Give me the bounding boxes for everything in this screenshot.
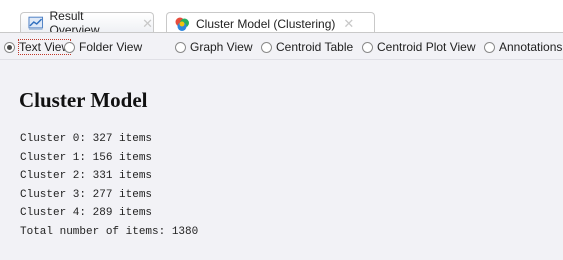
radio-icon[interactable] [175, 41, 186, 53]
radio-folder-view[interactable]: Folder View [64, 39, 142, 55]
radio-icon[interactable] [362, 41, 373, 53]
radio-label: Graph View [190, 40, 253, 54]
radio-label: Centroid Table [276, 40, 354, 54]
radio-label: Text View [17, 39, 72, 55]
radio-centroid-plot-view[interactable]: Centroid Plot View [362, 39, 476, 55]
radio-icon[interactable] [64, 41, 75, 53]
cluster-line: Cluster 3: 277 items [20, 188, 153, 201]
cluster-line: Cluster 1: 156 items [20, 151, 153, 164]
radio-graph-view[interactable]: Graph View [175, 39, 252, 55]
result-overview-icon [28, 16, 44, 30]
radio-label: Centroid Plot View [377, 40, 476, 54]
close-icon[interactable]: ✕ [343, 17, 354, 30]
radio-text-view[interactable]: Text View [4, 39, 72, 55]
cluster-summary: Cluster 0: 327 items Cluster 1: 156 item… [20, 130, 198, 241]
text-view-panel: Cluster Model Cluster 0: 327 items Clust… [0, 60, 563, 260]
view-selector: Text View Folder View Graph View Centroi… [0, 33, 563, 60]
radio-selected-icon[interactable] [4, 41, 15, 53]
close-icon[interactable]: ✕ [142, 17, 153, 30]
cluster-model-icon [175, 17, 189, 31]
editor-tab-bar: Result Overview ✕ Cluster Model (Cluster… [0, 0, 563, 37]
cluster-line: Cluster 0: 327 items [20, 133, 153, 145]
total-line: Total number of items: 1380 [20, 225, 199, 238]
page-title: Cluster Model [19, 88, 148, 112]
cluster-line: Cluster 2: 331 items [20, 170, 153, 182]
tab-cluster-model[interactable]: Cluster Model (Clustering) ✕ [166, 12, 375, 34]
radio-icon[interactable] [261, 41, 272, 53]
radio-centroid-table[interactable]: Centroid Table [261, 39, 353, 55]
radio-annotations[interactable]: Annotations [484, 39, 562, 55]
tab-label: Cluster Model (Clustering) [196, 16, 336, 31]
cluster-line: Cluster 4: 289 items [20, 207, 153, 219]
radio-label: Annotations [499, 40, 563, 54]
radio-label: Folder View [79, 40, 143, 54]
tab-result-overview[interactable]: Result Overview ✕ [20, 9, 154, 37]
radio-icon[interactable] [484, 41, 495, 53]
